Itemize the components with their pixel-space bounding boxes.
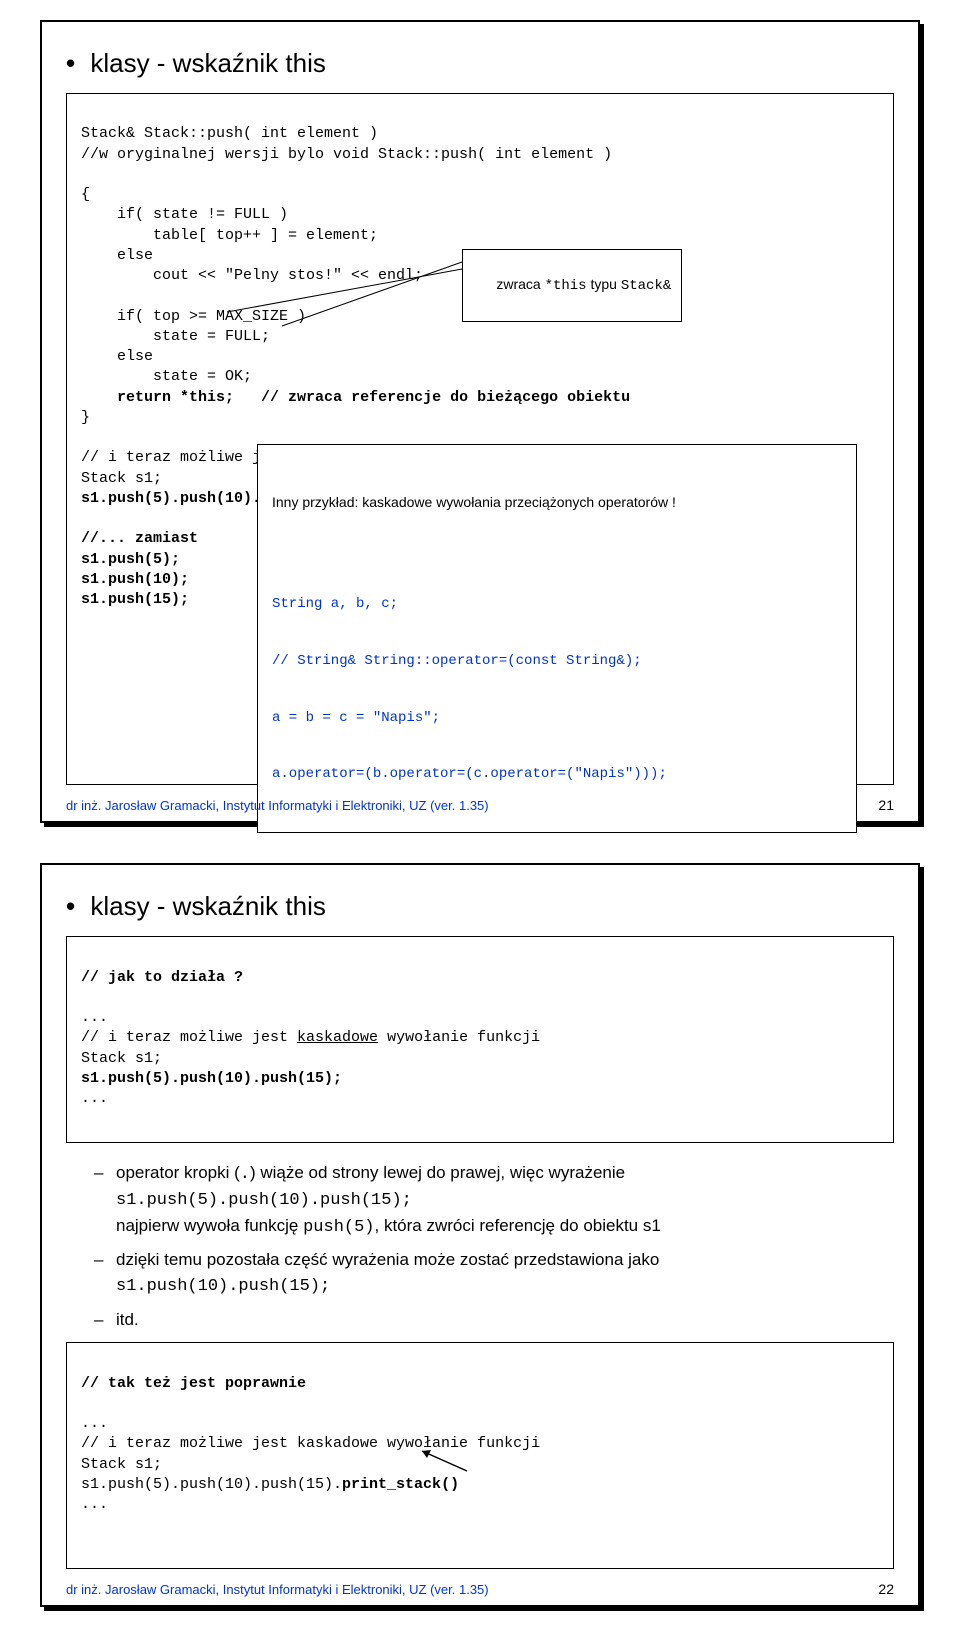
line: ... <box>81 1496 108 1513</box>
code-block-1: Stack& Stack::push( int element ) //w or… <box>66 93 894 785</box>
line: return *this; <box>81 389 234 406</box>
callout-line: a.operator=(b.operator=(c.operator=("Nap… <box>272 765 842 784</box>
line: // i teraz możliwe jest <box>81 1029 297 1046</box>
line: if( top >= MAX_SIZE ) <box>81 308 306 325</box>
slide-footer: dr inż. Jarosław Gramacki, Instytut Info… <box>66 1582 489 1597</box>
code-block-2b: // tak też jest poprawnie ... // i teraz… <box>66 1342 894 1569</box>
bullet-list: – operator kropki (.) wiąże od strony le… <box>94 1161 894 1333</box>
callout-text: zwraca <box>496 276 544 292</box>
page-number: 22 <box>878 1581 894 1597</box>
line: ... <box>81 1090 108 1107</box>
callout-example: Inny przykład: kaskadowe wywołania przec… <box>257 444 857 833</box>
line: table[ top++ ] = element; <box>81 227 378 244</box>
line: //... zamiast <box>81 530 198 547</box>
slide-title: • klasy - wskaźnik this <box>66 48 894 79</box>
list-item: – itd. <box>94 1308 894 1333</box>
callout-line: // String& String::operator=(const Strin… <box>272 652 842 671</box>
list-text: operator kropki (.) wiąże od strony lewe… <box>116 1161 661 1241</box>
line: state = OK; <box>81 368 252 385</box>
slide-footer: dr inż. Jarosław Gramacki, Instytut Info… <box>66 798 489 813</box>
bullet-icon: • <box>66 48 75 78</box>
line: //w oryginalnej wersji bylo void Stack::… <box>81 146 612 163</box>
callout-line: String a, b, c; <box>272 595 842 614</box>
line: } <box>81 409 90 426</box>
list-item: – operator kropki (.) wiąże od strony le… <box>94 1161 894 1241</box>
slide-22: • klasy - wskaźnik this // jak to działa… <box>40 863 920 1607</box>
line: else <box>81 247 153 264</box>
callout-return-this: zwraca *this typu Stack& <box>462 249 682 322</box>
line: ... <box>81 1415 108 1432</box>
dash-icon: – <box>94 1308 116 1333</box>
line: cout << "Pelny stos!" << endl; <box>81 267 423 284</box>
line: else <box>81 348 153 365</box>
line: s1.push(5); <box>81 551 180 568</box>
title-text: klasy - wskaźnik this <box>90 891 326 921</box>
line: kaskadowe <box>297 1029 378 1046</box>
bullet-icon: • <box>66 891 75 921</box>
callout-heading: Inny przykład: kaskadowe wywołania przec… <box>272 493 842 512</box>
line: Stack s1; <box>81 1050 162 1067</box>
line: { <box>81 186 90 203</box>
line: s1.push(5).push(10).push(15). <box>81 1476 342 1493</box>
page-number: 21 <box>878 797 894 813</box>
line: s1.push(15); <box>81 591 189 608</box>
slide-21: • klasy - wskaźnik this Stack& Stack::pu… <box>40 20 920 823</box>
line: print_stack() <box>342 1476 459 1493</box>
line: // jak to działa ? <box>81 969 243 986</box>
dash-icon: – <box>94 1248 116 1299</box>
title-text: klasy - wskaźnik this <box>90 48 326 78</box>
line: wywołanie funkcji <box>378 1029 540 1046</box>
line: Stack s1; <box>81 1456 162 1473</box>
line: ... <box>81 1009 108 1026</box>
callout-code: *this <box>545 278 587 294</box>
line: // i teraz możliwe jest kaskadowe wywoła… <box>81 1435 540 1452</box>
code-block-2a: // jak to działa ? ... // i teraz możliw… <box>66 936 894 1142</box>
list-item: – dzięki temu pozostała część wyrażenia … <box>94 1248 894 1299</box>
line: // tak też jest poprawnie <box>81 1375 306 1392</box>
line: state = FULL; <box>81 328 270 345</box>
list-text: itd. <box>116 1308 139 1333</box>
callout-code: Stack& <box>621 278 671 294</box>
line: Stack& Stack::push( int element ) <box>81 125 378 142</box>
callout-text: typu <box>587 276 621 292</box>
dash-icon: – <box>94 1161 116 1241</box>
line: if( state != FULL ) <box>81 206 288 223</box>
line: s1.push(10); <box>81 571 189 588</box>
list-text: dzięki temu pozostała część wyrażenia mo… <box>116 1248 659 1299</box>
line: Stack s1; <box>81 470 162 487</box>
callout-line: a = b = c = "Napis"; <box>272 709 842 728</box>
line: s1.push(5).push(10).push(15); <box>81 1070 342 1087</box>
line: // zwraca referencje do bieżącego obiekt… <box>234 389 630 406</box>
slide-title: • klasy - wskaźnik this <box>66 891 894 922</box>
